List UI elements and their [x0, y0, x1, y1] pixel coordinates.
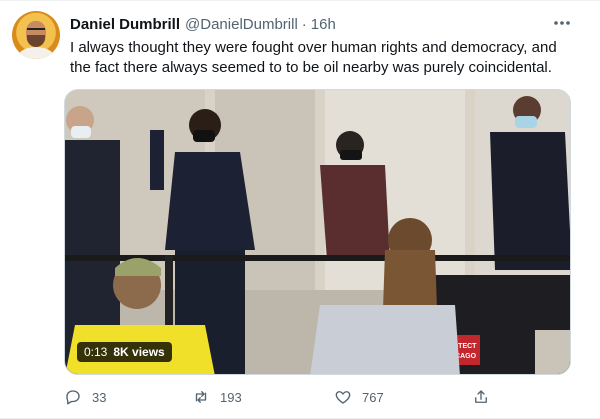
tweet-text: I always thought they were fought over h…	[70, 39, 557, 76]
share-icon	[475, 390, 487, 403]
like-button[interactable]: 767	[334, 385, 384, 409]
avatar-beard	[27, 35, 45, 47]
tweet-card[interactable]: Daniel Dumbrill @DanielDumbrill · 16h I …	[0, 0, 600, 419]
author-handle[interactable]: @DanielDumbrill	[185, 16, 298, 33]
tweet-header: Daniel Dumbrill @DanielDumbrill · 16h	[70, 13, 336, 35]
heart-icon	[335, 391, 351, 404]
author-name[interactable]: Daniel Dumbrill	[70, 16, 180, 33]
video-badge: 0:13 8K views	[77, 342, 172, 362]
retweet-button[interactable]: 193	[192, 385, 242, 409]
header-separator: ·	[301, 15, 307, 33]
more-options-button[interactable]	[548, 11, 576, 35]
video-views: 8K views	[113, 345, 165, 359]
like-count: 767	[362, 389, 384, 405]
avatar[interactable]	[12, 11, 60, 59]
reply-count: 33	[92, 389, 107, 405]
video-frame: PROTECT CHICAGO	[65, 90, 570, 374]
share-button[interactable]	[472, 385, 490, 409]
reply-button[interactable]: 33	[64, 385, 106, 409]
video-duration: 0:13	[84, 345, 108, 359]
avatar-glasses	[27, 28, 45, 32]
video-player[interactable]: PROTECT CHICAGO 0:13 8K views	[64, 89, 571, 375]
tweet-actions: 33 193 767	[64, 385, 504, 409]
reply-icon	[66, 390, 80, 405]
tweet-timestamp[interactable]: 16h	[311, 16, 336, 33]
retweet-count: 193	[220, 389, 242, 405]
retweet-icon	[195, 391, 207, 403]
avatar-body	[18, 47, 54, 59]
more-horizontal-icon	[554, 21, 570, 25]
